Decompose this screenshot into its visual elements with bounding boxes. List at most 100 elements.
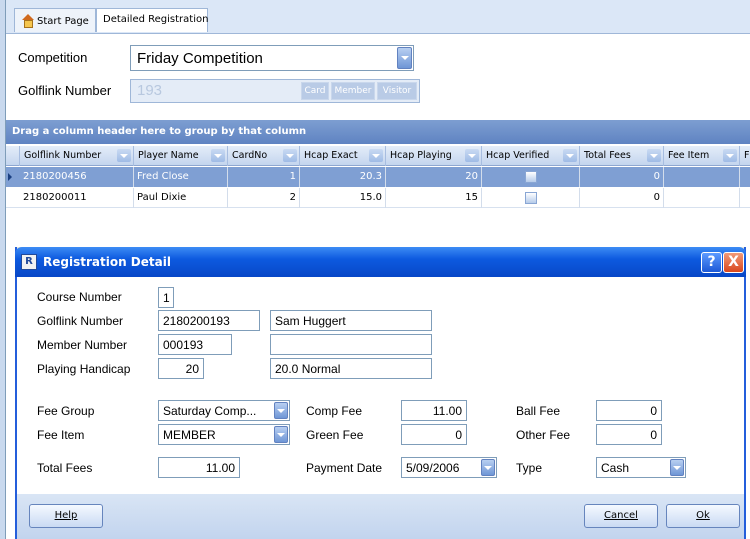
- filter-icon[interactable]: [723, 149, 737, 162]
- member-button[interactable]: Member: [331, 82, 375, 100]
- course-number-field[interactable]: 1: [158, 287, 174, 308]
- cell-hcap-playing[interactable]: 15: [386, 188, 482, 208]
- payment-date-picker[interactable]: 5/09/2006: [401, 457, 497, 478]
- total-fees-field[interactable]: 11.00: [158, 457, 240, 478]
- cell-fee-item[interactable]: [664, 167, 740, 187]
- payment-date-label: Payment Date: [306, 461, 383, 475]
- cell-golflink[interactable]: 2180200011: [20, 188, 134, 208]
- home-icon: [21, 14, 34, 28]
- cell-hcap-playing[interactable]: 20: [386, 167, 482, 187]
- chevron-down-icon[interactable]: [274, 402, 288, 419]
- tab-strip: Start Page Detailed Registration: [6, 0, 750, 34]
- cell-cardno[interactable]: 1: [228, 167, 300, 187]
- total-fees-label: Total Fees: [37, 461, 93, 475]
- col-hcap-playing[interactable]: Hcap Playing: [386, 146, 482, 166]
- table-row[interactable]: 2180200456 Fred Close 1 20.3 20 0: [6, 167, 750, 187]
- visitor-button[interactable]: Visitor: [377, 82, 417, 100]
- competition-value: Friday Competition: [137, 50, 263, 67]
- col-hcap-playing-label: Hcap Playing: [390, 150, 452, 161]
- type-combo[interactable]: Cash: [596, 457, 686, 478]
- col-hcap-exact[interactable]: Hcap Exact: [300, 146, 386, 166]
- hcap-verified-checkbox[interactable]: [524, 171, 537, 183]
- col-fee-item[interactable]: Fee Item: [664, 146, 740, 166]
- other-fee-field[interactable]: 0: [596, 424, 662, 445]
- fee-group-combo[interactable]: Saturday Comp...: [158, 400, 290, 421]
- col-hcap-verified[interactable]: Hcap Verified: [482, 146, 580, 166]
- playing-handicap-field[interactable]: 20: [158, 358, 204, 379]
- col-golflink-number[interactable]: Golflink Number: [20, 146, 134, 166]
- player-name-field[interactable]: Sam Huggert: [270, 310, 432, 331]
- cell-cardno[interactable]: 2: [228, 188, 300, 208]
- group-by-bar[interactable]: Drag a column header here to group by th…: [6, 120, 750, 144]
- dialog-title-bar[interactable]: R Registration Detail ? X: [15, 247, 746, 277]
- col-hcap-exact-label: Hcap Exact: [304, 150, 358, 161]
- comp-fee-label: Comp Fee: [306, 404, 363, 418]
- filter-icon[interactable]: [465, 149, 479, 162]
- tab-start-page-label: Start Page: [37, 16, 89, 27]
- green-fee-label: Green Fee: [306, 428, 364, 442]
- golflink-number-field[interactable]: 2180200193: [158, 310, 260, 331]
- filter-icon[interactable]: [117, 149, 131, 162]
- filter-icon[interactable]: [283, 149, 297, 162]
- hcap-verified-checkbox[interactable]: [524, 192, 537, 204]
- cancel-button[interactable]: Cancel: [584, 504, 658, 528]
- cell-player-name[interactable]: Paul Dixie: [134, 188, 228, 208]
- tab-start-page[interactable]: Start Page: [14, 8, 96, 32]
- col-golflink-number-label: Golflink Number: [24, 150, 102, 161]
- help-button[interactable]: Help: [29, 504, 103, 528]
- col-f-label: F: [744, 150, 750, 161]
- grid-header: Golflink Number Player Name CardNo Hcap …: [6, 146, 750, 166]
- table-row[interactable]: 2180200011 Paul Dixie 2 15.0 15 0: [6, 188, 750, 208]
- filter-icon[interactable]: [369, 149, 383, 162]
- member-info-field[interactable]: [270, 334, 432, 355]
- competition-combo[interactable]: Friday Competition: [130, 45, 414, 71]
- cell-total-fees[interactable]: 0: [580, 188, 664, 208]
- cell-hcap-exact[interactable]: 20.3: [300, 167, 386, 187]
- payment-date-value: 5/09/2006: [406, 461, 460, 475]
- col-player-name-label: Player Name: [138, 150, 199, 161]
- chevron-down-icon[interactable]: [274, 426, 288, 443]
- col-f[interactable]: F: [740, 146, 750, 166]
- close-icon[interactable]: X: [723, 252, 744, 273]
- golflink-number-label: Golflink Number: [37, 314, 124, 328]
- chevron-down-icon[interactable]: [481, 459, 495, 476]
- comp-fee-field[interactable]: 11.00: [401, 400, 467, 421]
- handicap-description-field[interactable]: 20.0 Normal: [270, 358, 432, 379]
- fee-item-label: Fee Item: [37, 428, 85, 442]
- cell-hcap-exact[interactable]: 15.0: [300, 188, 386, 208]
- col-hcap-verified-label: Hcap Verified: [486, 150, 550, 161]
- golflink-input-value: 193: [137, 82, 163, 99]
- green-fee-field[interactable]: 0: [401, 424, 467, 445]
- ball-fee-field[interactable]: 0: [596, 400, 662, 421]
- col-total-fees-label: Total Fees: [584, 150, 631, 161]
- golflink-input[interactable]: 193 Card Member Visitor: [130, 79, 420, 103]
- ball-fee-label: Ball Fee: [516, 404, 561, 418]
- fee-item-combo[interactable]: MEMBER: [158, 424, 290, 445]
- golflink-label: Golflink Number: [18, 83, 112, 98]
- ok-button[interactable]: Ok: [666, 504, 740, 528]
- cell-hcap-verified[interactable]: [482, 167, 580, 187]
- help-icon[interactable]: ?: [701, 252, 722, 273]
- tab-detailed-registration[interactable]: Detailed Registration: [96, 8, 208, 32]
- chevron-down-icon[interactable]: [670, 459, 684, 476]
- cell-hcap-verified[interactable]: [482, 188, 580, 208]
- cell-total-fees[interactable]: 0: [580, 167, 664, 187]
- col-player-name[interactable]: Player Name: [134, 146, 228, 166]
- cell-fee-item[interactable]: [664, 188, 740, 208]
- other-fee-label: Other Fee: [516, 428, 571, 442]
- cell-player-name[interactable]: Fred Close: [134, 167, 228, 187]
- member-number-field[interactable]: 000193: [158, 334, 232, 355]
- col-cardno[interactable]: CardNo: [228, 146, 300, 166]
- filter-icon[interactable]: [211, 149, 225, 162]
- fee-group-label: Fee Group: [37, 404, 95, 418]
- dialog-footer: Help Cancel Ok: [17, 494, 744, 539]
- cell-golflink[interactable]: 2180200456: [20, 167, 134, 187]
- filter-icon[interactable]: [563, 149, 577, 162]
- row-selector-header: [6, 146, 20, 166]
- filter-icon[interactable]: [647, 149, 661, 162]
- col-total-fees[interactable]: Total Fees: [580, 146, 664, 166]
- card-button[interactable]: Card: [301, 82, 329, 100]
- competition-panel: Competition Friday Competition Golflink …: [6, 35, 750, 120]
- chevron-down-icon[interactable]: [397, 47, 412, 69]
- member-number-label: Member Number: [37, 338, 128, 352]
